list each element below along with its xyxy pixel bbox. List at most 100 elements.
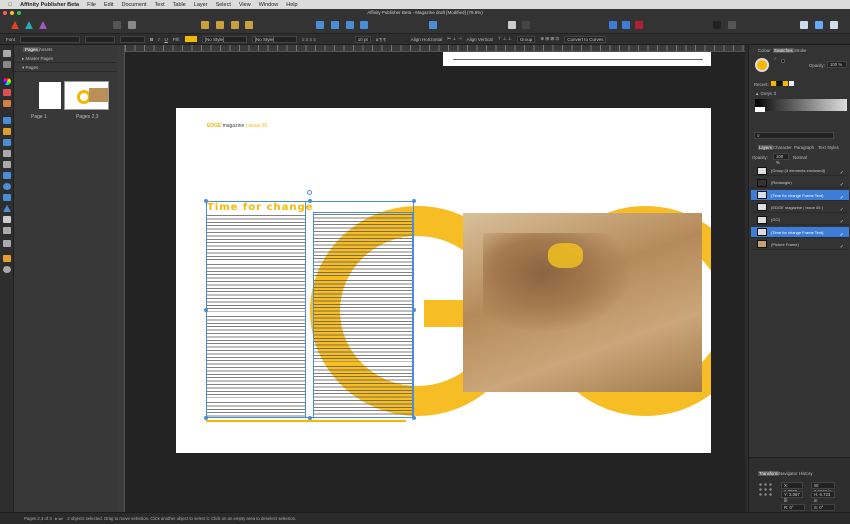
convert-to-curves-button[interactable]: Convert to Curves: [564, 35, 607, 43]
tab-transform[interactable]: Transform: [758, 471, 780, 476]
align-icon[interactable]: [316, 21, 324, 29]
transform-icon[interactable]: [360, 21, 368, 29]
flip-icon[interactable]: [331, 21, 339, 29]
crop-tool-icon[interactable]: [3, 161, 11, 168]
hand-tool-icon[interactable]: [3, 255, 11, 262]
resize-handle-t[interactable]: [308, 199, 312, 203]
character-style-dropdown[interactable]: [No Style]: [251, 35, 297, 43]
group-button[interactable]: Group: [516, 35, 536, 43]
align-v-buttons[interactable]: ⊤ ⊥ ⊥: [498, 36, 512, 42]
table-tool-icon[interactable]: [3, 150, 11, 157]
resize-handle-br[interactable]: [412, 416, 416, 420]
underline-button[interactable]: U: [165, 37, 168, 42]
pages-2-3-thumbnail[interactable]: [64, 81, 109, 110]
layer-row[interactable]: (Rectangle) ✓: [751, 177, 849, 189]
publisher-persona-icon[interactable]: [11, 21, 19, 29]
boolean-add-icon[interactable]: [800, 21, 808, 29]
resize-handle-l[interactable]: [204, 308, 208, 312]
white-swatch[interactable]: [755, 107, 765, 112]
tab-pages[interactable]: Pages: [23, 47, 40, 52]
triangle-tool-icon[interactable]: [3, 205, 11, 212]
tab-navigator[interactable]: Navigator: [779, 471, 797, 476]
resize-handle-bl[interactable]: [204, 416, 208, 420]
fill-swatch[interactable]: [184, 36, 197, 42]
designer-persona-icon[interactable]: [39, 21, 47, 29]
alignment-buttons[interactable]: ≡ ≡ ≡ ≡: [302, 37, 350, 42]
resize-handle-r[interactable]: [412, 308, 416, 312]
vertical-ruler[interactable]: [117, 45, 125, 512]
margins-icon[interactable]: [622, 21, 630, 29]
swatch-search-input[interactable]: ⌕: [754, 132, 834, 139]
tab-stroke[interactable]: Stroke: [794, 48, 806, 53]
menu-view[interactable]: View: [239, 2, 251, 8]
paragraph-style-dropdown[interactable]: [No Style]: [201, 35, 247, 43]
rotate-handle[interactable]: [307, 190, 312, 195]
master-pages-section[interactable]: ▸ Master Pages: [14, 55, 117, 63]
resize-handle-b[interactable]: [308, 416, 312, 420]
page-1-thumbnail[interactable]: [39, 82, 61, 109]
move-tool-icon[interactable]: [3, 50, 11, 57]
close-button[interactable]: [3, 11, 7, 15]
resize-handle-tl[interactable]: [204, 199, 208, 203]
horizontal-ruler[interactable]: [125, 45, 745, 52]
rounded-rect-tool-icon[interactable]: [3, 194, 11, 201]
snapping-icon[interactable]: [635, 21, 643, 29]
frame-text-tool-icon[interactable]: [3, 139, 11, 146]
menu-document[interactable]: Document: [121, 2, 146, 8]
menu-select[interactable]: Select: [216, 2, 231, 8]
resize-handle-tr[interactable]: [412, 199, 416, 203]
add-icon[interactable]: [728, 21, 736, 29]
canvas[interactable]: EDGE magazine | Issue 05 GO Time for cha…: [125, 52, 745, 512]
anchor-grid[interactable]: [758, 482, 772, 496]
color-picker-icon[interactable]: [3, 78, 11, 85]
page-nav-label[interactable]: Pages 2,3 of 3: [24, 516, 52, 521]
fill-tool-icon[interactable]: [3, 89, 11, 96]
rectangle-tool-icon[interactable]: [3, 172, 11, 179]
transform-buttons[interactable]: ⊕ ⊞ ⊠ ⊡: [540, 36, 559, 42]
baseline-grid-icon[interactable]: [609, 21, 617, 29]
table-grid-icon[interactable]: [3, 240, 11, 247]
menu-layer[interactable]: Layer: [194, 2, 208, 8]
apple-icon[interactable]: : [8, 2, 12, 8]
arrange-icon[interactable]: [201, 21, 209, 29]
zoom-button[interactable]: [17, 11, 21, 15]
artistic-text-tool-icon[interactable]: [3, 216, 11, 223]
picture-frame-tool-icon[interactable]: [3, 227, 11, 234]
boolean-intersect-icon[interactable]: [830, 21, 838, 29]
tab-swatches[interactable]: Swatches: [773, 48, 794, 53]
settings-icon[interactable]: [113, 21, 121, 29]
text-wrap-icon[interactable]: [429, 21, 437, 29]
preflight-icon[interactable]: [128, 21, 136, 29]
layer-row[interactable]: (Group (3 elements enclosed)) ✓: [751, 165, 849, 176]
pencil-tool-icon[interactable]: [3, 100, 11, 107]
zoom-tool-icon[interactable]: [3, 266, 11, 273]
stroke-colour-well[interactable]: [781, 59, 785, 63]
ellipse-tool-icon[interactable]: [3, 183, 11, 190]
visibility-checkbox[interactable]: ✓: [840, 242, 844, 253]
rotation-field[interactable]: R: 0°: [781, 504, 805, 511]
rotate-icon[interactable]: [346, 21, 354, 29]
bold-button[interactable]: B: [150, 37, 153, 42]
layer-opacity-field[interactable]: 100 %: [773, 153, 789, 165]
menu-app[interactable]: Affinity Publisher Beta: [20, 2, 79, 8]
recent-swatches[interactable]: [771, 81, 795, 88]
y-field[interactable]: Y: 3.067 in: [781, 491, 803, 503]
grey-swatches[interactable]: [755, 99, 847, 111]
leading-field[interactable]: 10 pt: [354, 35, 371, 43]
menu-file[interactable]: File: [87, 2, 96, 8]
arrange-back-icon[interactable]: [216, 21, 224, 29]
node-tool-icon[interactable]: [3, 61, 11, 68]
boolean-subtract-icon[interactable]: [815, 21, 823, 29]
tab-history[interactable]: History: [799, 471, 812, 476]
fill-colour-well[interactable]: [755, 58, 769, 72]
align-h-buttons[interactable]: ⊨ ⊥ ⊣: [447, 36, 461, 42]
page-icon[interactable]: [508, 21, 516, 29]
h-field[interactable]: H: 6.723 in: [811, 491, 835, 503]
layer-row[interactable]: (Time for change Frame Text) ✓: [751, 189, 849, 201]
font-dropdown[interactable]: [20, 35, 81, 43]
paragraph-buttons[interactable]: a ¶ ¶: [376, 37, 406, 42]
eyedropper-icon[interactable]: ⁄: [775, 56, 776, 61]
tab-character[interactable]: Character: [773, 145, 792, 150]
tab-text-styles[interactable]: Text Styles: [818, 145, 839, 150]
menu-table[interactable]: Table: [173, 2, 186, 8]
